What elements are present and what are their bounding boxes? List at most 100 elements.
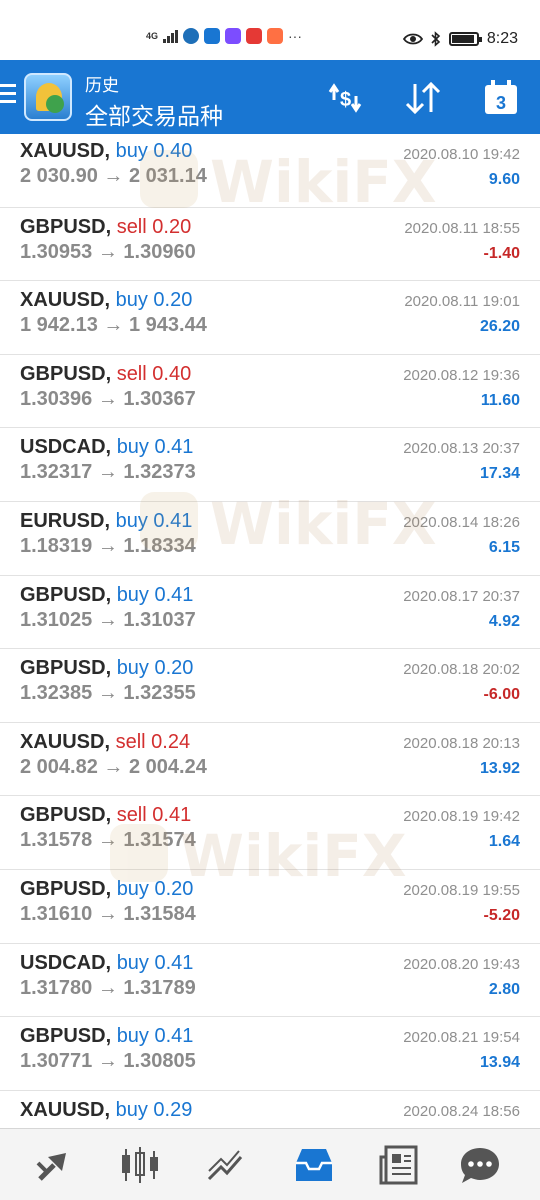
- trade-volume: 0.20: [152, 215, 192, 238]
- trade-row[interactable]: USDCAD, buy 0.41 1.31780 → 1.31789 2020.08…: [0, 944, 540, 1018]
- trade-symbol-line: GBPUSD, sell 0.40: [20, 363, 191, 386]
- open-price: 1.31610: [20, 902, 93, 925]
- chart-icon[interactable]: [118, 1143, 162, 1187]
- close-price: 1.30805: [123, 1050, 196, 1073]
- price-arrow: →: [103, 314, 124, 337]
- trade-time: 2020.08.21 19:54: [403, 1029, 520, 1047]
- close-price: 1.31574: [123, 829, 196, 852]
- trade-volume: 0.20: [154, 657, 194, 680]
- trade-profit: 13.92: [479, 759, 520, 777]
- trade-symbol-line: XAUUSD, buy 0.20: [20, 289, 192, 312]
- trade-side: sell: [116, 362, 147, 385]
- trade-side: buy: [116, 657, 149, 680]
- notification-video-icon: [267, 28, 284, 44]
- app-logo: [24, 73, 72, 121]
- trade-row[interactable]: GBPUSD, buy 0.41 1.30771 → 1.30805 2020.08…: [0, 1017, 540, 1091]
- trade-symbol-line: XAUUSD, buy 0.29: [20, 1099, 192, 1122]
- trade-symbol-line: XAUUSD, sell 0.24: [20, 731, 190, 754]
- trade-volume: 0.40: [153, 140, 193, 162]
- price-arrow: →: [103, 165, 124, 187]
- battery-icon: [448, 32, 482, 46]
- trade-symbol-line: USDCAD, buy 0.41: [20, 436, 193, 459]
- trade-time: 2020.08.11 19:01: [404, 293, 520, 311]
- trade-symbol: GBPUSD,: [20, 583, 112, 606]
- trade-row[interactable]: XAUUSD, sell 0.24 2 004.82 → 2 004.24 2020…: [0, 723, 540, 797]
- sort-icon[interactable]: [402, 78, 444, 118]
- trade-side: buy: [116, 583, 149, 606]
- page-title: 历史: [85, 76, 119, 95]
- trade-prices: 2 004.82 → 2 004.24: [20, 756, 207, 779]
- trade-volume: 0.29: [153, 1098, 193, 1121]
- price-arrow: →: [103, 755, 124, 778]
- open-price: 1.32385: [20, 682, 93, 705]
- trade-side: buy: [115, 509, 148, 532]
- trade-row[interactable]: XAUUSD, buy 0.20 1 942.13 → 1 943.44 2020.…: [0, 281, 540, 355]
- close-price: 1.31789: [123, 976, 196, 999]
- svg-text:$: $: [340, 89, 351, 111]
- trade-row[interactable]: EURUSD, buy 0.41 1.18319 → 1.18334 2020.08…: [0, 502, 540, 576]
- symbol-filter-title[interactable]: 全部交易品种: [85, 97, 223, 131]
- trade-side: buy: [116, 436, 149, 459]
- trade-row[interactable]: GBPUSD, buy 0.41 1.31025 → 1.31037 2020.08…: [0, 576, 540, 650]
- trade-prices: 1.18319 → 1.18334: [20, 535, 196, 558]
- trade-symbol: XAUUSD,: [20, 730, 111, 753]
- menu-icon[interactable]: [0, 84, 16, 106]
- trade-row[interactable]: GBPUSD, sell 0.20 1.30953 → 1.30960 2020.0…: [0, 208, 540, 282]
- trade-time: 2020.08.18 20:13: [403, 734, 520, 752]
- trade-profit: 9.60: [488, 171, 520, 188]
- trade-symbol-line: GBPUSD, sell 0.41: [20, 804, 191, 827]
- close-price: 2 031.14: [128, 165, 207, 187]
- close-price: 1.31037: [123, 608, 196, 631]
- app-bar: 历史 全部交易品种 $ 3: [0, 60, 540, 134]
- trade-row[interactable]: GBPUSD, sell 0.40 1.30396 → 1.30367 2020.0…: [0, 355, 540, 429]
- chat-icon[interactable]: [458, 1143, 502, 1187]
- eye-icon: [402, 33, 423, 45]
- trade-profit: -6.00: [483, 686, 520, 704]
- trade-time: 2020.08.13 20:37: [403, 440, 520, 458]
- trade-prices: 1.30953 → 1.30960: [20, 241, 196, 264]
- trade-profit: -5.20: [483, 906, 520, 924]
- trade-symbol-line: GBPUSD, sell 0.20: [20, 216, 191, 239]
- open-price: 1.30953: [20, 240, 93, 263]
- trade-symbol-line: GBPUSD, buy 0.20: [20, 657, 193, 680]
- trade-prices: 2 030.90 → 2 031.14: [20, 165, 207, 188]
- trade-row[interactable]: USDCAD, buy 0.41 1.32317 → 1.32373 2020.08…: [0, 428, 540, 502]
- trade-symbol: GBPUSD,: [20, 362, 112, 385]
- trade-side: buy: [115, 289, 148, 312]
- history-icon[interactable]: [292, 1143, 336, 1187]
- trade-volume: 0.41: [154, 951, 194, 974]
- trade-profit: 11.60: [480, 391, 520, 409]
- calendar-icon[interactable]: 3: [480, 78, 522, 118]
- trade-prices: 1.30396 → 1.30367: [20, 388, 196, 411]
- calendar-day: 3: [496, 93, 506, 113]
- news-icon[interactable]: [378, 1143, 422, 1187]
- price-arrow: →: [97, 461, 118, 484]
- trade-volume: 0.41: [154, 1025, 194, 1048]
- status-right: 8:23: [402, 30, 518, 48]
- close-price: 1 943.44: [128, 314, 207, 337]
- trade-time: 2020.08.18 20:02: [403, 661, 520, 679]
- trade-symbol-line: GBPUSD, buy 0.41: [20, 1025, 193, 1048]
- battery-level: [451, 35, 474, 43]
- trade-row[interactable]: XAUUSD, buy 0.40 2 030.90 → 2 031.14 2020.…: [0, 134, 540, 208]
- open-price: 1.31578: [20, 829, 93, 852]
- quotes-icon[interactable]: [32, 1143, 76, 1187]
- trade-symbol: GBPUSD,: [20, 215, 112, 238]
- trade-side: buy: [115, 140, 148, 162]
- trade-volume: 0.41: [152, 804, 192, 827]
- price-arrow: →: [97, 1050, 118, 1073]
- trade-row[interactable]: GBPUSD, buy 0.20 1.32385 → 1.32355 2020.08…: [0, 649, 540, 723]
- trade-icon[interactable]: [205, 1143, 249, 1187]
- trade-profit: 1.64: [488, 833, 520, 851]
- trade-side: sell: [115, 730, 146, 753]
- trade-volume: 0.24: [151, 730, 191, 753]
- trade-history-list[interactable]: XAUUSD, buy 0.40 2 030.90 → 2 031.14 2020.…: [0, 134, 540, 1165]
- trade-side: sell: [116, 215, 147, 238]
- trade-prices: 1.31610 → 1.31584: [20, 903, 196, 926]
- trade-row[interactable]: GBPUSD, buy 0.20 1.31610 → 1.31584 2020.08…: [0, 870, 540, 944]
- trade-symbol: USDCAD,: [20, 951, 112, 974]
- trade-symbol: GBPUSD,: [20, 1025, 112, 1048]
- price-arrow: →: [97, 976, 118, 999]
- currency-exchange-icon[interactable]: $: [324, 78, 366, 118]
- trade-row[interactable]: GBPUSD, sell 0.41 1.31578 → 1.31574 2020.0…: [0, 796, 540, 870]
